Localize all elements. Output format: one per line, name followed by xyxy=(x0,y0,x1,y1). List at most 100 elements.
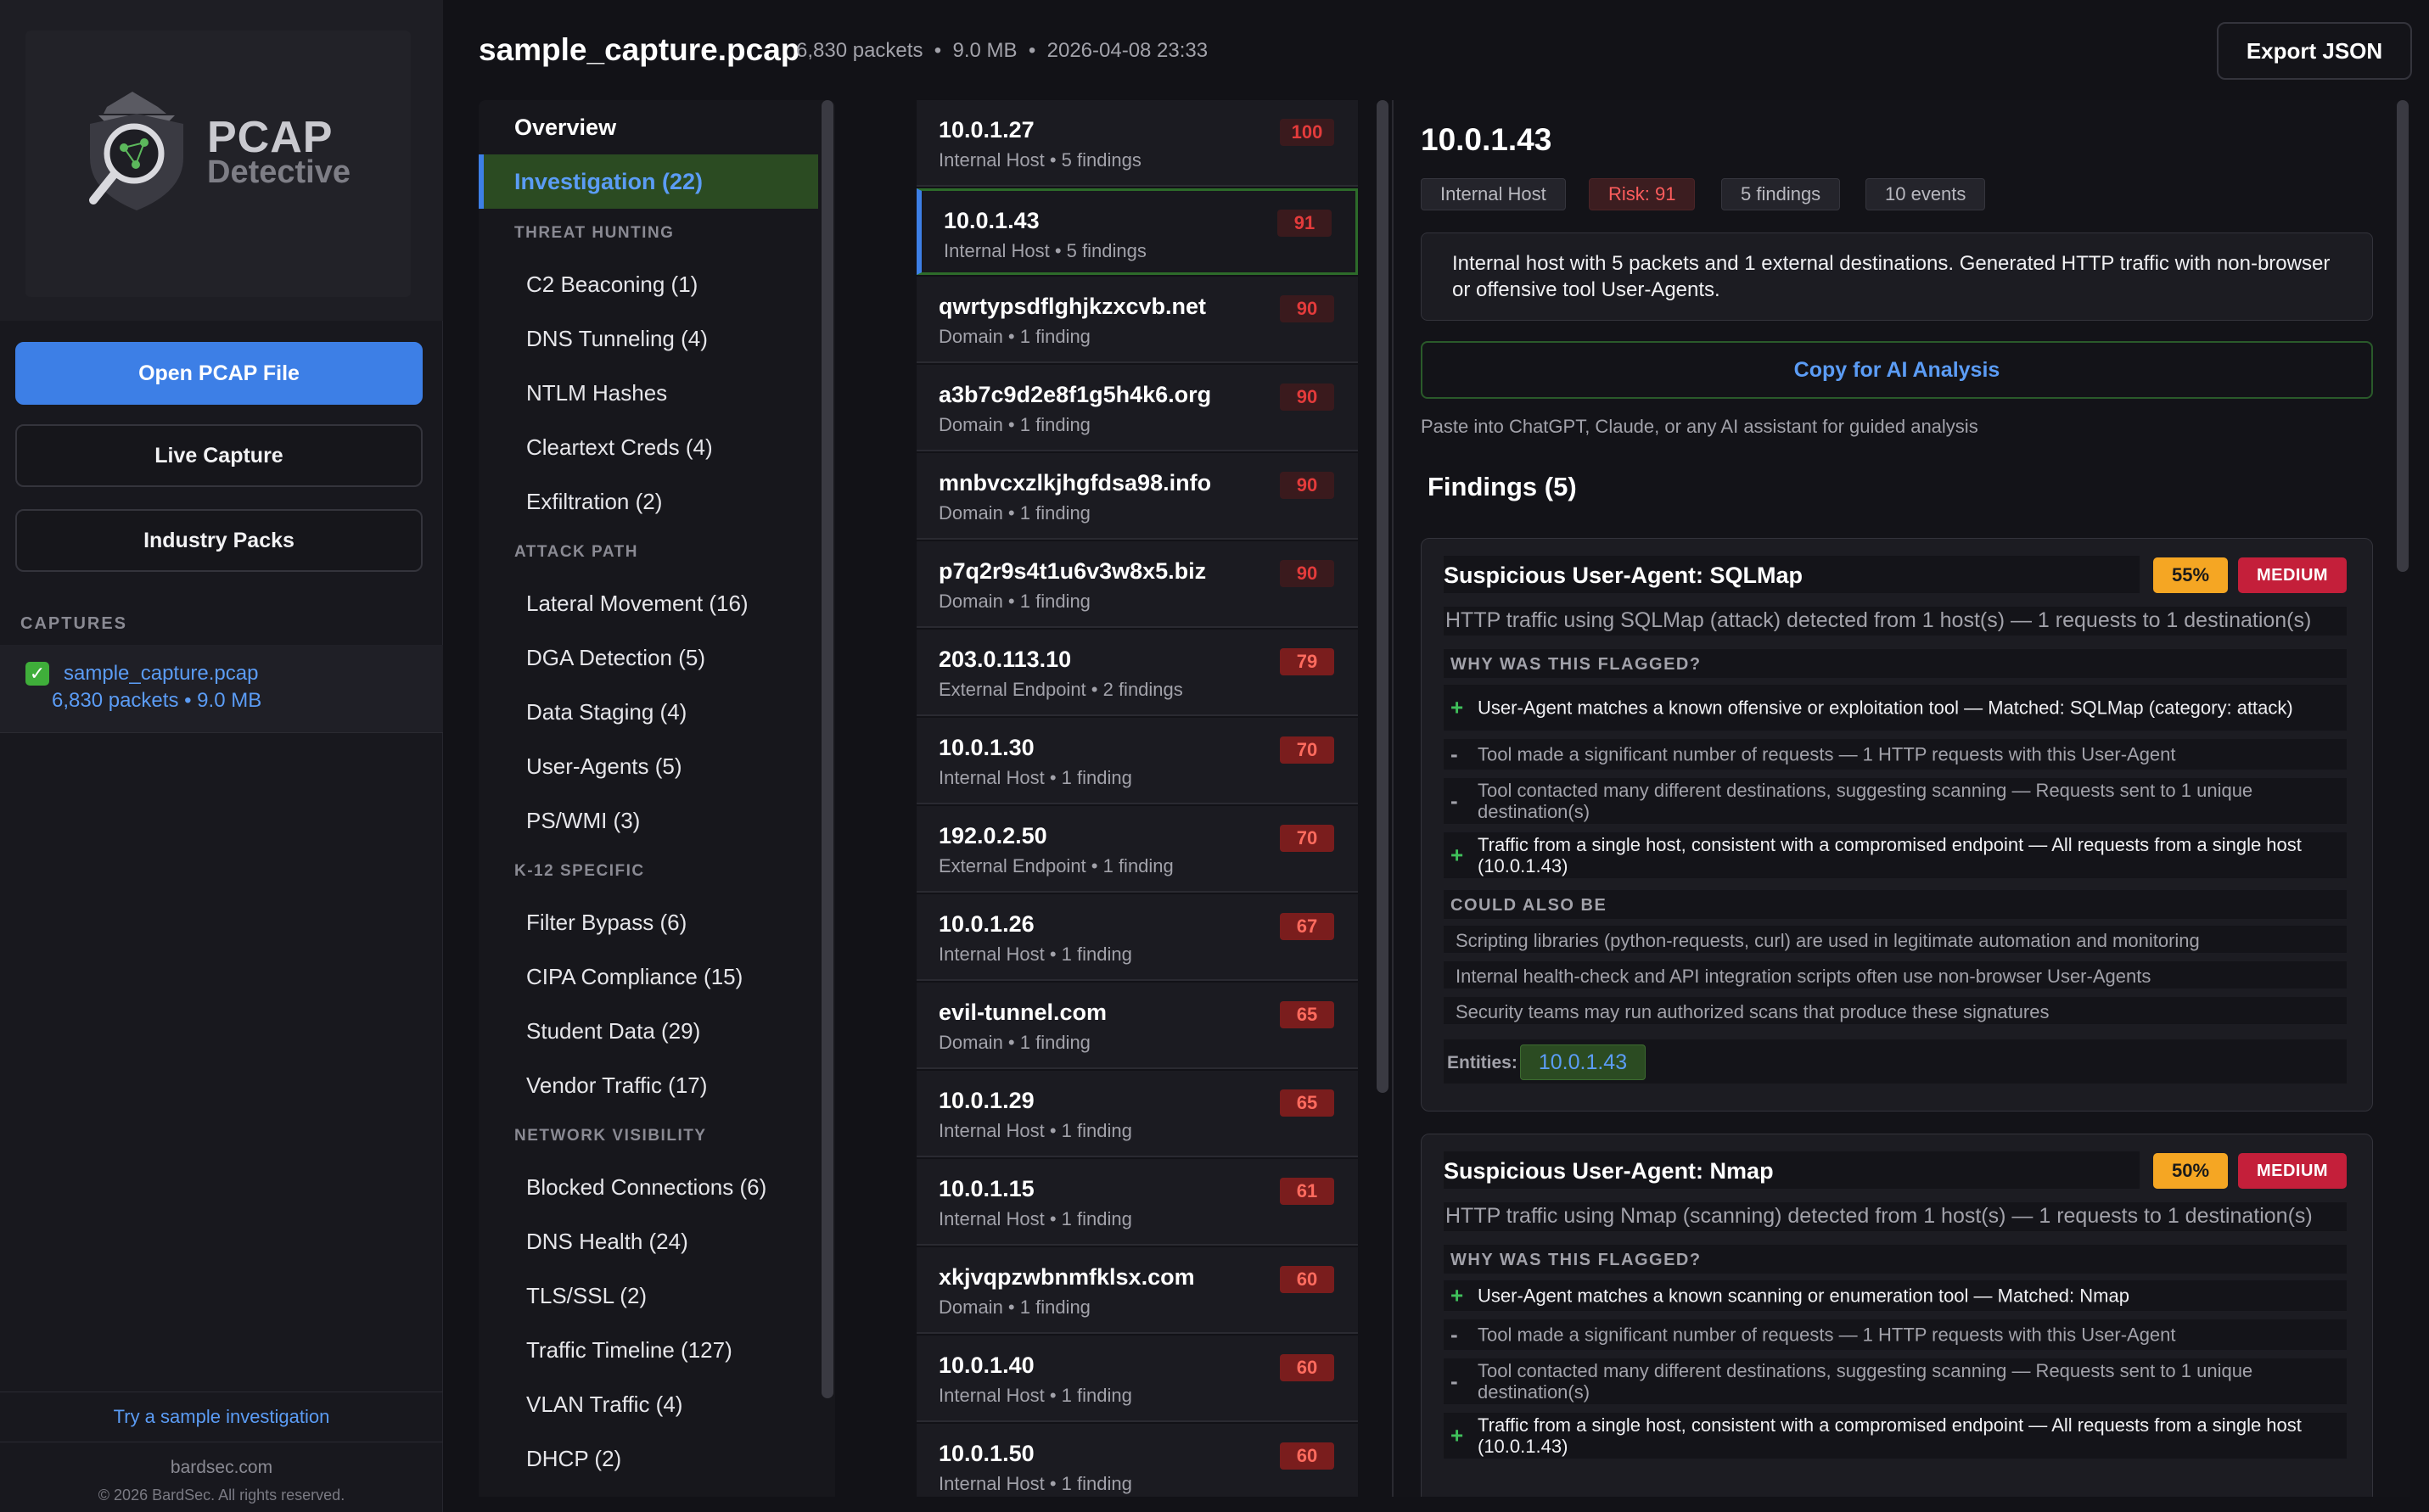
reason-row: + User-Agent matches a known offensive o… xyxy=(1444,685,2347,731)
app-logo: PCAP Detective xyxy=(25,31,411,297)
entity-name: xkjvqpzwbnmfklsx.com xyxy=(939,1264,1195,1290)
alternative-text: Internal health-check and API integratio… xyxy=(1456,966,2151,987)
nav-overview[interactable]: Overview xyxy=(479,100,818,154)
reason-row: + User-Agent matches a known scanning or… xyxy=(1444,1280,2347,1311)
finding-card: Suspicious User-Agent: SQLMap 55% MEDIUM… xyxy=(1421,538,2373,1112)
reason-text: Tool contacted many different destinatio… xyxy=(1478,1360,2253,1403)
live-capture-button[interactable]: Live Capture xyxy=(15,424,423,487)
nav-item-filter-bypass[interactable]: Filter Bypass (6) xyxy=(526,910,687,936)
nav-item-vlan-traffic[interactable]: VLAN Traffic (4) xyxy=(526,1392,682,1418)
entity-row[interactable]: p7q2r9s4t1u6v3w8x5.biz Domain • 1 finding… xyxy=(917,541,1358,628)
paste-hint: Paste into ChatGPT, Claude, or any AI as… xyxy=(1421,416,1978,437)
alternative-row: Security teams may run authorized scans … xyxy=(1444,997,2347,1024)
file-title: sample_capture.pcap xyxy=(479,32,800,67)
tag-entity-type: Internal Host xyxy=(1421,178,1566,210)
entity-list-scrollbar[interactable] xyxy=(1377,100,1388,1093)
detail-scrollbar[interactable] xyxy=(2397,100,2409,572)
reason-row: - Tool contacted many different destinat… xyxy=(1444,1358,2347,1404)
entity-row[interactable]: 203.0.113.10 External Endpoint • 2 findin… xyxy=(917,630,1358,716)
nav-item-dhcp[interactable]: DHCP (2) xyxy=(526,1446,621,1472)
nav-item-vendor-traffic[interactable]: Vendor Traffic (17) xyxy=(526,1072,707,1099)
nav-item-data-staging[interactable]: Data Staging (4) xyxy=(526,699,687,725)
detective-magnifier-icon xyxy=(89,92,183,210)
risk-score-badge: 67 xyxy=(1280,913,1334,940)
finding-title: Suspicious User-Agent: Nmap xyxy=(1444,1158,1774,1184)
severity-badge: MEDIUM xyxy=(2238,557,2347,593)
entity-subtitle: Domain • 1 finding xyxy=(939,1296,1091,1318)
entity-row[interactable]: qwrtypsdflghjkzxcvb.net Domain • 1 findin… xyxy=(917,277,1358,363)
entity-subtitle: External Endpoint • 1 finding xyxy=(939,855,1174,876)
entity-row[interactable]: evil-tunnel.com Domain • 1 finding 65 xyxy=(917,983,1358,1069)
severity-badge: MEDIUM xyxy=(2238,1153,2347,1189)
entity-row[interactable]: 10.0.1.43 Internal Host • 5 findings 91 xyxy=(917,188,1358,275)
reason-row: - Tool contacted many different destinat… xyxy=(1444,778,2347,824)
entity-row[interactable]: 10.0.1.27 Internal Host • 5 findings 100 xyxy=(917,100,1358,187)
entity-name: 10.0.1.27 xyxy=(939,117,1035,143)
risk-score-badge: 100 xyxy=(1280,119,1334,146)
nav-item-blocked-connections[interactable]: Blocked Connections (6) xyxy=(526,1174,766,1201)
nav-item-ntlm-hashes[interactable]: NTLM Hashes xyxy=(526,380,667,406)
entity-subtitle: Internal Host • 1 finding xyxy=(939,1120,1132,1141)
finding-title: Suspicious User-Agent: SQLMap xyxy=(1444,563,1804,588)
entity-row[interactable]: a3b7c9d2e8f1g5h4k6.org Domain • 1 finding… xyxy=(917,365,1358,451)
entity-row[interactable]: 10.0.1.40 Internal Host • 1 finding 60 xyxy=(917,1336,1358,1422)
sample-investigation-link[interactable]: Try a sample investigation xyxy=(114,1406,330,1428)
reason-text: Tool made a significant number of reques… xyxy=(1478,1324,2176,1346)
entity-row[interactable]: 10.0.1.26 Internal Host • 1 finding 67 xyxy=(917,894,1358,981)
entity-subtitle: External Endpoint • 2 findings xyxy=(939,679,1183,700)
reason-text: User-Agent matches a known offensive or … xyxy=(1478,697,2293,719)
nav-item-student-data[interactable]: Student Data (29) xyxy=(526,1018,700,1044)
risk-score-badge: 70 xyxy=(1280,825,1334,852)
nav-item-dga-detection[interactable]: DGA Detection (5) xyxy=(526,645,705,671)
could-also-be-heading: COULD ALSO BE xyxy=(1450,896,1607,915)
entity-row[interactable]: 192.0.2.50 External Endpoint • 1 finding 7… xyxy=(917,806,1358,893)
entity-name: 10.0.1.50 xyxy=(939,1441,1035,1466)
entity-row[interactable]: 10.0.1.50 Internal Host • 1 finding 60 xyxy=(917,1424,1358,1497)
nav-item-user-agents[interactable]: User-Agents (5) xyxy=(526,753,682,780)
export-json-button[interactable]: Export JSON xyxy=(2217,22,2412,80)
entity-row[interactable]: 10.0.1.29 Internal Host • 1 finding 65 xyxy=(917,1071,1358,1157)
entity-name: 192.0.2.50 xyxy=(939,823,1047,848)
nav-item-cipa-compliance[interactable]: CIPA Compliance (15) xyxy=(526,964,743,990)
entity-row[interactable]: xkjvqpzwbnmfklsx.com Domain • 1 finding 60 xyxy=(917,1247,1358,1334)
alternative-text: Security teams may run authorized scans … xyxy=(1456,1001,2050,1022)
nav-section-network-visibility: NETWORK VISIBILITY xyxy=(514,1127,707,1145)
checkmark-icon: ✓ xyxy=(25,662,49,686)
entity-subtitle: Internal Host • 5 findings xyxy=(939,149,1142,171)
entity-name: 10.0.1.26 xyxy=(939,911,1035,937)
entity-name: 10.0.1.15 xyxy=(939,1176,1035,1201)
alternative-row: Internal health-check and API integratio… xyxy=(1444,961,2347,988)
nav-item-lateral-movement[interactable]: Lateral Movement (16) xyxy=(526,591,749,617)
nav-item-c2-beaconing[interactable]: C2 Beaconing (1) xyxy=(526,272,698,298)
plus-icon: + xyxy=(1450,694,1464,720)
detail-title: 10.0.1.43 xyxy=(1421,122,1552,157)
nav-item-dns-tunneling[interactable]: DNS Tunneling (4) xyxy=(526,326,708,352)
open-pcap-button[interactable]: Open PCAP File xyxy=(15,342,423,405)
risk-score-badge: 65 xyxy=(1280,1089,1334,1117)
entity-name: evil-tunnel.com xyxy=(939,1000,1108,1025)
entity-subtitle: Domain • 1 finding xyxy=(939,414,1091,435)
copy-ai-analysis-button[interactable]: Copy for AI Analysis xyxy=(1421,341,2373,399)
nav-item-ps-wmi[interactable]: PS/WMI (3) xyxy=(526,808,640,834)
entity-name: 10.0.1.29 xyxy=(939,1088,1035,1113)
risk-score-badge: 60 xyxy=(1280,1354,1334,1381)
entity-row[interactable]: mnbvcxzlkjhgfdsa98.info Domain • 1 findin… xyxy=(917,453,1358,540)
entity-subtitle: Domain • 1 finding xyxy=(939,591,1091,612)
entity-row[interactable]: 10.0.1.15 Internal Host • 1 finding 61 xyxy=(917,1159,1358,1246)
nav-investigation[interactable]: Investigation (22) xyxy=(479,154,818,209)
nav-item-tls-ssl[interactable]: TLS/SSL (2) xyxy=(526,1283,647,1309)
nav-item-cleartext-creds[interactable]: Cleartext Creds (4) xyxy=(526,434,713,461)
capture-list-item[interactable]: ✓ sample_capture.pcap 6,830 packets • 9.… xyxy=(0,645,443,733)
entity-subtitle: Internal Host • 1 finding xyxy=(939,1385,1132,1406)
reason-text: User-Agent matches a known scanning or e… xyxy=(1478,1285,2129,1307)
captures-heading: CAPTURES xyxy=(20,614,128,633)
nav-item-exfiltration[interactable]: Exfiltration (2) xyxy=(526,489,662,515)
reason-text: Tool made a significant number of reques… xyxy=(1478,743,2176,765)
entity-row[interactable]: 10.0.1.30 Internal Host • 1 finding 70 xyxy=(917,718,1358,804)
nav-item-traffic-timeline[interactable]: Traffic Timeline (127) xyxy=(526,1337,732,1364)
nav-item-dns-health[interactable]: DNS Health (24) xyxy=(526,1229,688,1255)
entity-chip[interactable]: 10.0.1.43 xyxy=(1520,1044,1646,1080)
nav-scrollbar[interactable] xyxy=(822,100,833,1398)
logo-word-detective: Detective xyxy=(207,154,351,190)
industry-packs-button[interactable]: Industry Packs xyxy=(15,509,423,572)
